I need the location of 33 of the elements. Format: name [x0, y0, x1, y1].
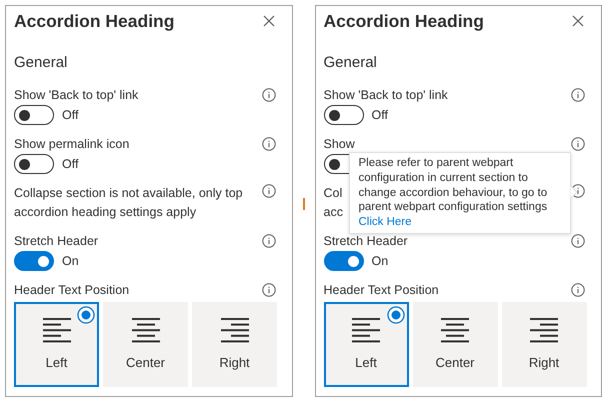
panel-title: Accordion Heading: [324, 10, 484, 33]
setting-label: Show: [324, 136, 355, 153]
toggle-state: Off: [62, 106, 78, 124]
alignment-option[interactable]: Right: [192, 302, 277, 387]
setting-label: Show permalink icon: [14, 136, 130, 153]
click-here-link[interactable]: Click Here: [358, 216, 412, 228]
setting-label: Header Text Position: [324, 282, 439, 299]
option-label: Center: [126, 354, 166, 372]
setting-label: Stretch Header: [14, 232, 98, 250]
note-text: Col acc: [324, 185, 343, 221]
setting-label: Show 'Back to top' link: [14, 86, 138, 104]
alignment-option[interactable]: Left: [324, 302, 408, 387]
section-heading: General: [324, 55, 378, 71]
setting-label: Header Text Position: [14, 282, 130, 299]
toggle-state: Off: [372, 106, 388, 124]
alignment-option[interactable]: Left: [14, 302, 99, 387]
setting-label: Stretch Header: [324, 232, 408, 250]
option-label: Left: [355, 354, 377, 372]
option-label: Right: [219, 354, 250, 372]
section-heading: General: [14, 55, 68, 71]
setting-label: Show 'Back to top' link: [324, 86, 448, 104]
alignment-option[interactable]: Center: [412, 302, 498, 387]
note-text: Collapse section is not available, only top accordion heading settings apply: [14, 185, 243, 221]
alignment-option[interactable]: Right: [502, 302, 586, 387]
panel-title: Accordion Heading: [14, 10, 174, 33]
option-label: Center: [435, 354, 475, 372]
alignment-option[interactable]: Center: [103, 302, 188, 387]
toggle-state: On: [372, 252, 388, 270]
toggle-state: On: [62, 252, 79, 270]
option-label: Right: [528, 354, 560, 372]
toggle-state: Off: [62, 156, 78, 173]
tooltip-text: Please refer to parent webpart configuration in current section to change accordion behaviour, to go to parent webpart configuration settings Click Here: [358, 156, 548, 230]
option-label: Left: [46, 354, 68, 372]
